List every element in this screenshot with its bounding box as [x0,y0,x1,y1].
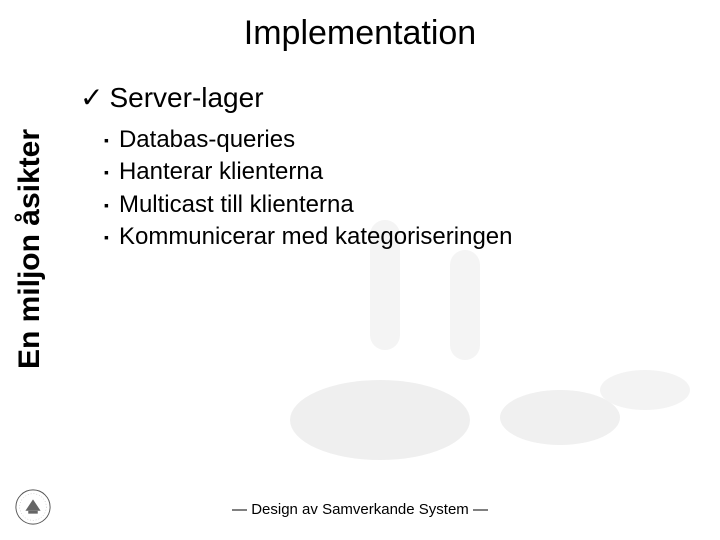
square-bullet-icon: ▪ [104,198,109,212]
background-shape [600,370,690,410]
list-item: ▪ Multicast till klienterna [104,189,700,221]
list-item: ▪ Hanterar klienterna [104,156,700,188]
list-item-label: Databas-queries [119,124,295,156]
sidebar-label: En miljon åsikter [0,64,60,434]
slide: Implementation En miljon åsikter ✓ Serve… [0,0,720,540]
list-item-label: Multicast till klienterna [119,189,354,221]
slide-footer: — Design av Samverkande System — [0,501,720,518]
list-item: ▪ Databas-queries [104,124,700,156]
slide-title: Implementation [0,14,720,53]
heading-text: Server-lager [109,82,263,114]
square-bullet-icon: ▪ [104,165,109,179]
slide-content: ✓ Server-lager ▪ Databas-queries ▪ Hante… [80,82,700,254]
background-shape [290,380,470,460]
list-item: ▪ Kommunicerar med kategoriseringen [104,221,700,253]
background-shape [450,250,480,360]
bullet-list: ▪ Databas-queries ▪ Hanterar klienterna … [104,124,700,254]
heading-row: ✓ Server-lager [80,82,700,114]
square-bullet-icon: ▪ [104,133,109,147]
square-bullet-icon: ▪ [104,230,109,244]
check-icon: ✓ [80,84,103,112]
background-shape [500,390,620,445]
sidebar-label-text: En miljon åsikter [13,129,47,369]
list-item-label: Kommunicerar med kategoriseringen [119,221,513,253]
university-seal-icon [14,488,52,526]
list-item-label: Hanterar klienterna [119,156,323,188]
